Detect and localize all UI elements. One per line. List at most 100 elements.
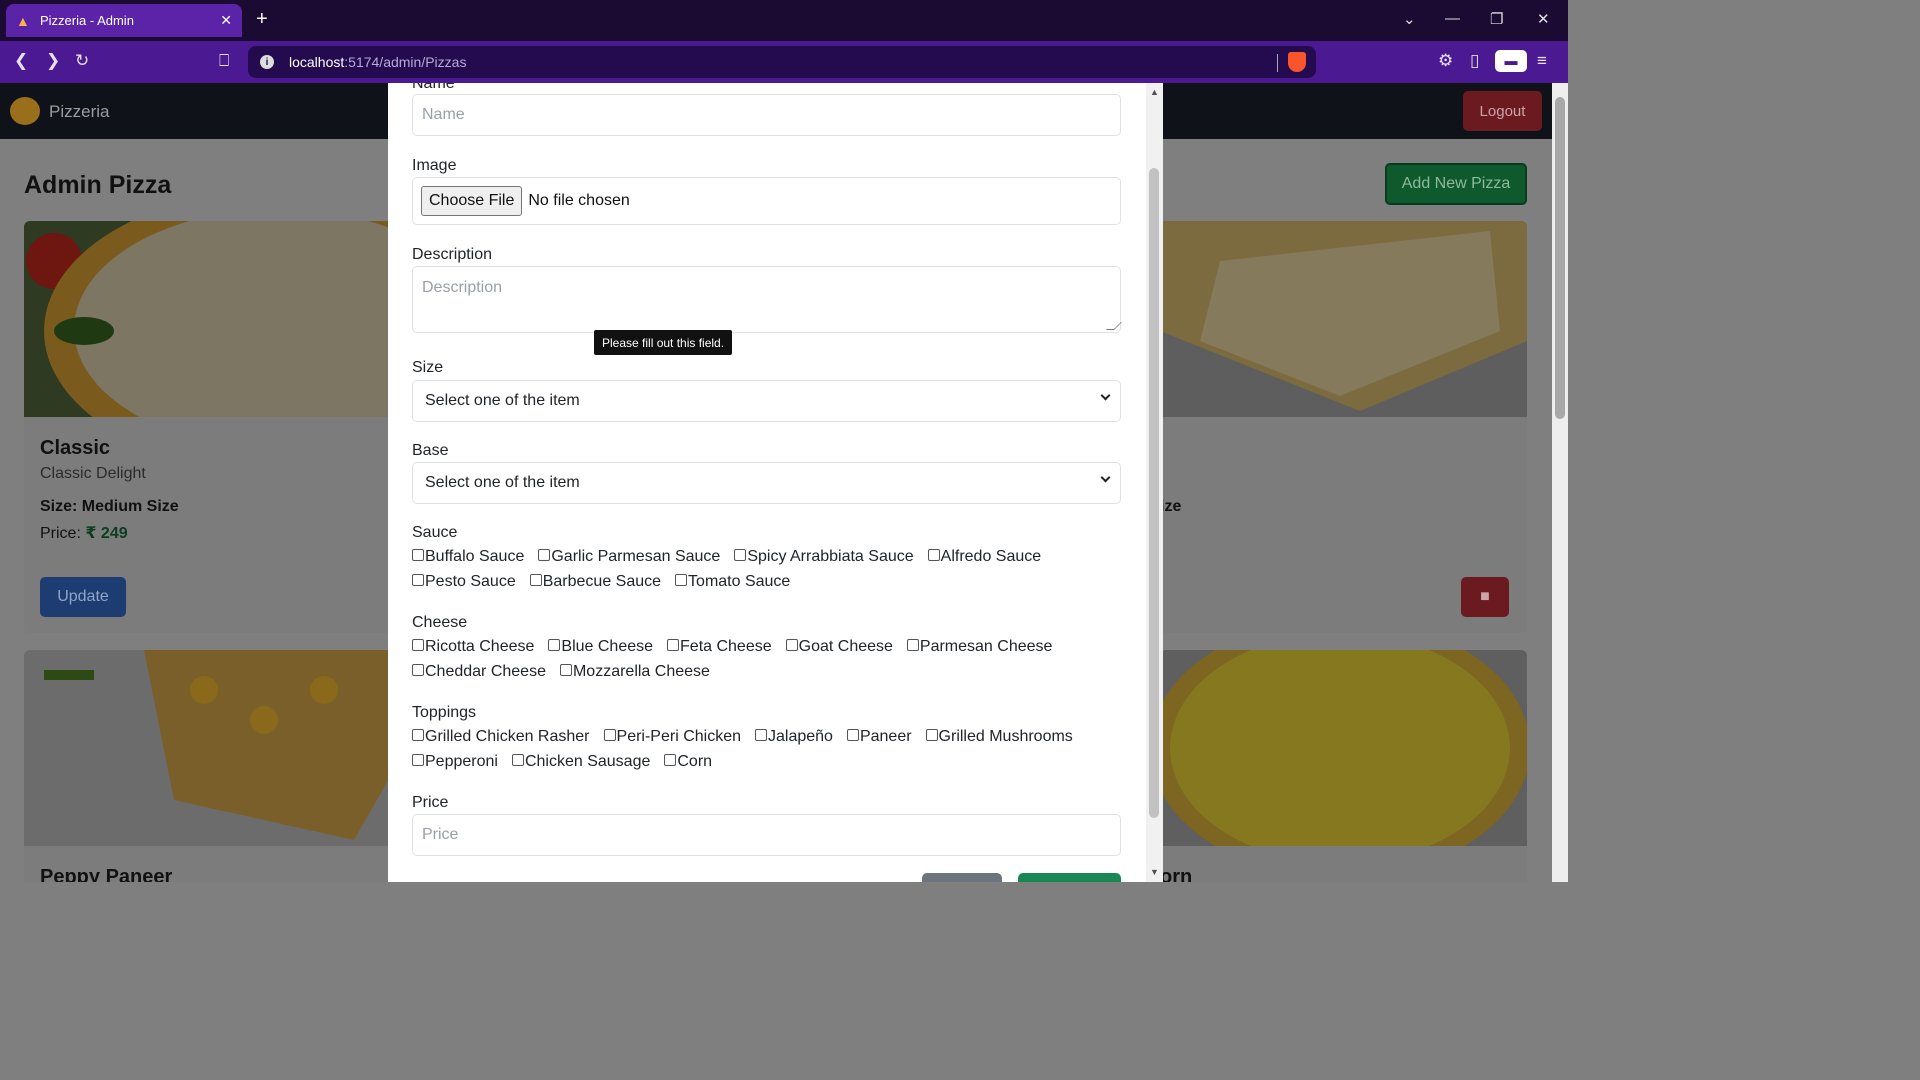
size-label: Size — [412, 359, 444, 376]
scroll-down-arrow-icon[interactable]: ▼ — [1150, 867, 1159, 877]
back-icon[interactable]: ❮ — [14, 51, 28, 71]
price-input[interactable]: Price — [412, 814, 1121, 856]
image-file-input[interactable]: Choose File No file chosen — [412, 177, 1121, 225]
topping-checkbox[interactable]: Grilled Chicken Rasher — [412, 728, 590, 746]
browser-tab-bar: ▲ Pizzeria - Admin ✕ + ⌄ — ❐ ✕ — [0, 0, 1568, 41]
site-info-icon[interactable]: i — [260, 55, 274, 69]
topping-checkbox[interactable]: Corn — [664, 753, 712, 771]
checkbox-box[interactable] — [412, 549, 424, 561]
checkbox-box[interactable] — [785, 639, 798, 651]
page-scrollbar[interactable] — [1552, 83, 1568, 882]
reload-icon[interactable]: ↻ — [75, 51, 89, 71]
tab-list-chevron-icon[interactable]: ⌄ — [1403, 10, 1416, 28]
extensions-icon[interactable]: ⚙ — [1438, 51, 1453, 71]
tab-close-icon[interactable]: ✕ — [220, 12, 232, 29]
checkbox-box[interactable] — [755, 729, 767, 741]
cheese-checkbox[interactable]: Cheddar Cheese — [412, 663, 546, 681]
checkbox-box[interactable] — [603, 729, 616, 741]
sauce-checkbox[interactable]: Barbecue Sauce — [529, 573, 661, 591]
choose-file-button[interactable]: Choose File — [421, 186, 523, 216]
checkbox-box[interactable] — [412, 574, 424, 586]
menu-icon[interactable]: ≡ — [1537, 51, 1547, 71]
description-textarea[interactable]: Description — [412, 266, 1122, 333]
restore-icon[interactable]: ❐ — [1490, 10, 1503, 28]
modal-scrollbar[interactable]: ▲ ▼ — [1146, 83, 1163, 882]
checkbox-box[interactable] — [412, 664, 424, 676]
sauce-checkbox[interactable]: Buffalo Sauce — [412, 548, 524, 566]
checkbox-box[interactable] — [906, 639, 919, 651]
checkbox-box[interactable] — [412, 729, 424, 741]
topping-checkbox[interactable]: Jalapeño — [755, 728, 833, 746]
topping-checkbox[interactable]: Grilled Mushrooms — [925, 728, 1073, 746]
cheese-checkbox[interactable]: Mozzarella Cheese — [559, 663, 710, 681]
sauce-checkbox[interactable]: Spicy Arrabbiata Sauce — [734, 548, 914, 566]
checkbox-box[interactable] — [925, 729, 938, 741]
checkbox-box[interactable] — [559, 664, 572, 676]
window-close-icon[interactable]: ✕ — [1537, 10, 1550, 28]
base-select[interactable]: Select one of the item — [412, 462, 1121, 504]
cheese-checkbox[interactable]: Goat Cheese — [785, 638, 893, 656]
brand-name[interactable]: Pizzeria — [49, 102, 109, 122]
delete-button[interactable]: ■ — [1461, 577, 1509, 617]
wallet-icon[interactable]: ▬ — [1495, 50, 1527, 72]
sauce-checkbox[interactable]: Pesto Sauce — [412, 573, 516, 591]
browser-toolbar: ❮ ❯ ↻ ⎕ i localhost:5174/admin/Pizzas ⚙ … — [0, 41, 1568, 83]
checkbox-box[interactable] — [664, 754, 677, 766]
bookmark-icon[interactable]: ⎕ — [219, 51, 229, 71]
url-bar[interactable]: i localhost:5174/admin/Pizzas — [248, 46, 1316, 78]
cheese-checkbox[interactable]: Parmesan Cheese — [906, 638, 1052, 656]
sauce-checkbox[interactable]: Garlic Parmesan Sauce — [538, 548, 720, 566]
scroll-up-arrow-icon[interactable]: ▲ — [1150, 87, 1159, 97]
name-input[interactable]: Name — [412, 94, 1121, 136]
add-new-pizza-button[interactable]: Add New Pizza — [1385, 163, 1527, 205]
update-button[interactable]: Update — [40, 577, 126, 617]
checkbox-box[interactable] — [412, 754, 424, 766]
page-scrollbar-thumb[interactable] — [1555, 97, 1565, 419]
checkbox-box[interactable] — [548, 639, 561, 651]
checkbox-label: Jalapeño — [768, 728, 833, 745]
checkbox-label: Cheddar Cheese — [425, 663, 546, 680]
cheese-checkbox[interactable]: Blue Cheese — [548, 638, 653, 656]
checkbox-box[interactable] — [927, 549, 940, 561]
url-host: localhost — [289, 54, 345, 70]
checkbox-box[interactable] — [734, 549, 747, 561]
resize-handle-icon[interactable] — [1106, 322, 1122, 330]
pizza-favicon-icon: ▲ — [16, 12, 30, 29]
sauce-checkbox[interactable]: Alfredo Sauce — [927, 548, 1041, 566]
checkbox-box[interactable] — [846, 729, 859, 741]
logout-button[interactable]: Logout — [1463, 91, 1542, 131]
price-label: Price: — [40, 525, 86, 542]
topping-checkbox[interactable]: Peri-Peri Chicken — [603, 728, 741, 746]
topping-checkbox[interactable]: Pepperoni — [412, 753, 498, 771]
minimize-icon[interactable]: — — [1445, 10, 1460, 27]
submit-button[interactable] — [1018, 873, 1121, 882]
description-placeholder: Description — [422, 279, 503, 296]
brave-shield-icon[interactable] — [1288, 52, 1306, 72]
checkbox-label: Feta Cheese — [680, 638, 772, 655]
sauce-checkbox[interactable]: Tomato Sauce — [675, 573, 790, 591]
topping-checkbox[interactable]: Paneer — [846, 728, 912, 746]
modal-scrollbar-thumb[interactable] — [1149, 168, 1159, 818]
checkbox-label: Ricotta Cheese — [425, 638, 535, 655]
size-select[interactable]: Select one of the item — [412, 380, 1121, 422]
checkbox-label: Paneer — [859, 728, 912, 745]
pizzeria-logo-icon[interactable] — [10, 97, 40, 125]
forward-icon[interactable]: ❯ — [46, 51, 60, 71]
size-selected-value: Select one of the item — [425, 392, 580, 409]
cheese-checkbox[interactable]: Feta Cheese — [667, 638, 772, 656]
checkbox-box[interactable] — [538, 549, 551, 561]
topping-checkbox[interactable]: Chicken Sausage — [511, 753, 650, 771]
checkbox-box[interactable] — [412, 639, 424, 651]
close-modal-button[interactable] — [922, 873, 1002, 882]
pizza-price: Price: ₹ 249 — [40, 523, 128, 543]
checkbox-box[interactable] — [511, 754, 524, 766]
checkbox-box[interactable] — [529, 574, 542, 586]
new-tab-icon[interactable]: + — [256, 8, 268, 31]
sidebar-icon[interactable]: ▯ — [1470, 51, 1479, 71]
checkbox-box[interactable] — [667, 639, 680, 651]
checkbox-box[interactable] — [675, 574, 688, 586]
cheese-checkbox[interactable]: Ricotta Cheese — [412, 638, 534, 656]
cheese-row-1: Ricotta Cheese Blue Cheese Feta Cheese G… — [412, 636, 1066, 658]
browser-tab[interactable]: ▲ Pizzeria - Admin ✕ — [6, 4, 242, 37]
cheese-label: Cheese — [412, 614, 468, 631]
